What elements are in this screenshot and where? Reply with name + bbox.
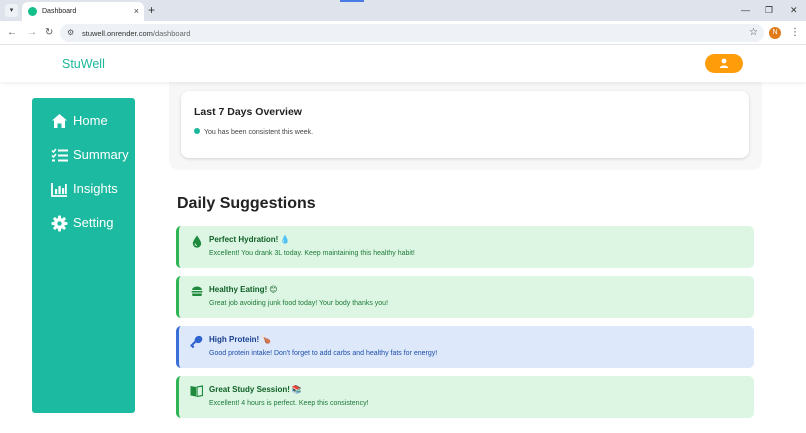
sidebar-item-label: Insights [73, 181, 118, 196]
suggestion-description: Good protein intake! Don't forget to add… [209, 350, 438, 357]
address-bar[interactable]: ⚙ stuwell.onrender.com/dashboard ☆ [60, 24, 764, 42]
browser-tab-dashboard[interactable]: Dashboard × [22, 2, 144, 21]
suggestion-card-study: Great Study Session! 📚 Excellent! 4 hours… [176, 376, 754, 418]
suggestion-title: Great Study Session! 📚 [209, 385, 302, 395]
site-info-icon[interactable]: ⚙ [67, 27, 74, 39]
app-header: StuWell [0, 46, 806, 82]
suggestion-description: Great job avoiding junk food today! Your… [209, 300, 389, 307]
bar-chart-icon [50, 180, 68, 198]
sidebar-item-setting[interactable]: Setting [32, 206, 135, 240]
sidebar-item-label: Summary [73, 147, 129, 162]
status-dot [194, 128, 200, 134]
sidebar-item-insights[interactable]: Insights [32, 172, 135, 206]
overview-card: Last 7 Days Overview You has been consis… [181, 91, 749, 158]
overview-section: Last 7 Days Overview You has been consis… [169, 82, 762, 170]
url-path: /dashboard [152, 29, 191, 38]
sidebar-item-label: Home [73, 113, 108, 128]
drumstick-icon [190, 334, 203, 348]
new-tab-button[interactable]: + [148, 3, 155, 17]
back-arrow-icon[interactable]: ← [7, 26, 17, 39]
favicon-icon [28, 7, 37, 16]
gear-icon [50, 214, 68, 232]
suggestion-card-hydration: Perfect Hydration! 💧 Excellent! You drank… [176, 226, 754, 268]
list-check-icon [50, 146, 68, 164]
suggestion-emoji: 📚 [291, 385, 302, 394]
user-icon [719, 58, 729, 68]
suggestion-description: Excellent! 4 hours is perfect. Keep this… [209, 400, 369, 407]
daily-suggestions-heading: Daily Suggestions [177, 195, 316, 212]
suggestion-emoji: 💧 [280, 235, 291, 244]
reload-icon[interactable]: ↻ [45, 26, 53, 39]
suggestion-card-protein: High Protein! 🍗 Good protein intake! Don'… [176, 326, 754, 368]
browser-menu-icon[interactable]: ⋮ [790, 26, 800, 39]
browser-toolbar: ← → ↻ ⚙ stuwell.onrender.com/dashboard ☆… [0, 21, 806, 45]
user-menu-button[interactable] [705, 54, 743, 73]
suggestion-title: Perfect Hydration! 💧 [209, 235, 290, 245]
sidebar: Home Summary Insights Setting [32, 98, 135, 413]
suggestion-title-text: Healthy Eating! [209, 285, 268, 294]
tab-close-icon[interactable]: × [134, 5, 139, 17]
url-text: stuwell.onrender.com/dashboard [82, 28, 190, 39]
suggestion-title: High Protein! 🍗 [209, 335, 271, 345]
tab-title: Dashboard [42, 8, 77, 15]
overview-status-text: You has been consistent this week. [204, 129, 314, 136]
suggestion-emoji: 🍗 [261, 335, 272, 344]
suggestion-title-text: Perfect Hydration! [209, 235, 279, 244]
bookmark-star-icon[interactable]: ☆ [749, 26, 758, 39]
url-domain: stuwell.onrender.com [82, 29, 153, 38]
burger-icon [190, 284, 203, 298]
suggestion-card-eating: Healthy Eating! 😊 Great job avoiding junk… [176, 276, 754, 318]
suggestion-emoji: 😊 [269, 285, 278, 294]
sidebar-item-home[interactable]: Home [32, 104, 135, 138]
sidebar-item-label: Setting [73, 215, 114, 230]
tab-list-chevron-icon[interactable]: ▾ [5, 4, 18, 17]
close-window-button[interactable]: ✕ [790, 3, 798, 17]
restore-button[interactable]: ❐ [765, 3, 773, 17]
tab-strip-accent [340, 0, 364, 2]
minimize-button[interactable]: — [741, 3, 750, 17]
suggestion-description: Excellent! You drank 3L today. Keep main… [209, 250, 415, 257]
brand-logo[interactable]: StuWell [62, 57, 105, 72]
forward-arrow-icon[interactable]: → [27, 26, 37, 39]
suggestion-title: Healthy Eating! 😊 [209, 285, 278, 295]
suggestion-title-text: Great Study Session! [209, 385, 290, 394]
book-icon [190, 384, 203, 398]
home-icon [50, 112, 68, 130]
profile-avatar[interactable]: N [769, 27, 781, 39]
water-drop-icon [190, 234, 203, 248]
browser-tab-strip: ▾ Dashboard × + — ❐ ✕ [0, 0, 806, 21]
suggestion-title-text: High Protein! [209, 335, 260, 344]
overview-title: Last 7 Days Overview [194, 106, 302, 118]
sidebar-item-summary[interactable]: Summary [32, 138, 135, 172]
